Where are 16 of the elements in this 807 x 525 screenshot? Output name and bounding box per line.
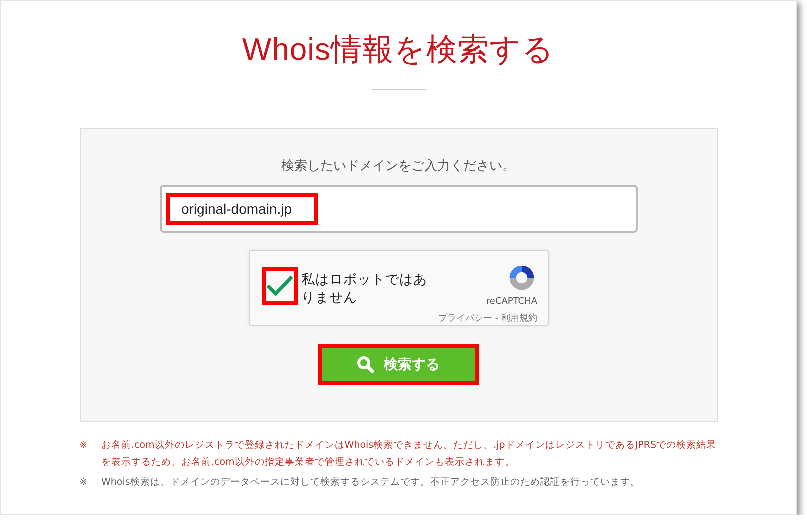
page-title: Whois情報を検索する: [242, 31, 555, 69]
search-button[interactable]: 検索する: [320, 346, 477, 383]
domain-field[interactable]: original-domain.jp: [166, 193, 318, 225]
check-icon: [266, 275, 294, 297]
note-text: Whois検索は、ドメインのデータベースに対して検索するシステムです。不正アクセス防止のため認証を行っています。: [102, 476, 642, 490]
captcha-label: 私はロボットではありません: [302, 271, 428, 308]
note-mark: ※: [80, 439, 88, 453]
terms-link[interactable]: 利用規約: [502, 314, 538, 324]
separator-text: -: [495, 314, 499, 324]
note-text: お名前.com以外のレジストラで登録されたドメインはWhois検索できません。ただし、.jpドメインはレジストリであるJPRSでの検索結果を表示するため、お名前.com以外の指定事業者で管理されているドメインも表示されます。: [102, 439, 718, 470]
search-icon: [357, 356, 374, 373]
prompt-text: 検索したいドメインをご入力ください。: [282, 158, 516, 175]
captcha-brand: reCAPTCHA: [486, 297, 538, 307]
input-field[interactable]: original-domain.jp: [160, 185, 638, 233]
note-mark: ※: [80, 476, 88, 490]
privacy-link[interactable]: プライバシー: [438, 314, 492, 324]
